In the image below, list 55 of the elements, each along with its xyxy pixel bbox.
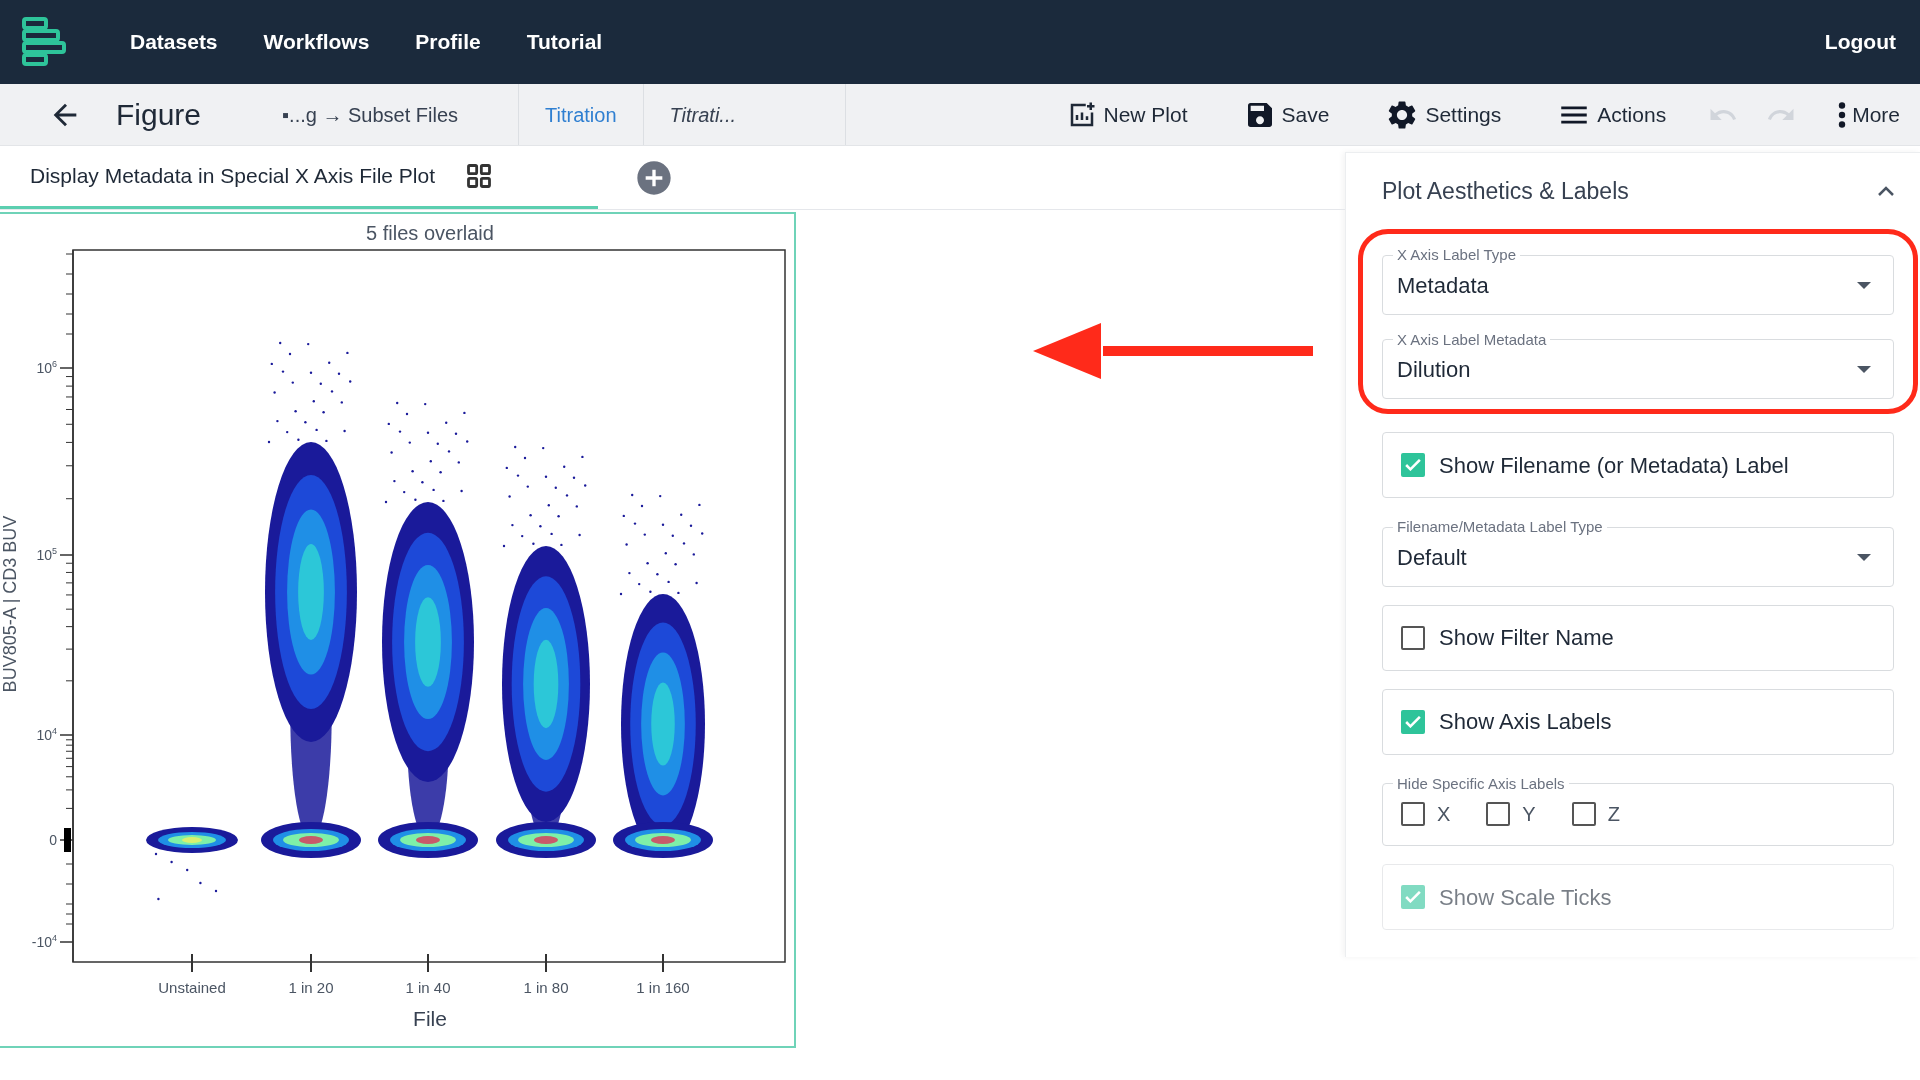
nav-link[interactable]: Tutorial [526,26,603,58]
y-tick-label: 10$^{5}$ [36,546,57,563]
panel-title: Plot Aesthetics & Labels [1382,176,1629,206]
checkbox-label: Y [1522,802,1536,827]
x-tick-label: 1 in 160 [636,979,690,996]
actions-button[interactable]: Actions [1557,97,1667,132]
check-icon [1405,715,1421,728]
file-tab[interactable]: Titration [519,84,644,145]
more-button[interactable]: More [1838,98,1900,131]
nav-link[interactable]: Profile [415,26,481,58]
checkbox-label: Show Filename (or Metadata) Label [1439,451,1789,480]
y-tick-label: -10$^{4}$ [31,933,57,950]
y-tick-label: 10$^{6}$ [36,359,57,376]
new-plot-button[interactable]: New Plot [1067,98,1188,131]
collapse-button[interactable] [1878,186,1894,196]
checkbox[interactable] [1401,709,1425,734]
breadcrumb-link[interactable]: ▪...g → Subset Files [282,99,518,130]
checkbox-label: Show Scale Ticks [1439,883,1612,912]
plot-tab[interactable]: Display Metadata in Special X Axis File Plot [0,146,598,209]
y-axis-label: BUV805-A | CD3 BUV [0,515,20,693]
x-axis-label: File [413,1007,447,1030]
checkbox[interactable] [1571,802,1596,826]
plot-title: 5 files overlaid [366,222,494,244]
settings-button[interactable]: Settings [1385,97,1502,132]
checkbox[interactable] [1401,802,1425,826]
caret-icon [1857,366,1871,373]
checkbox-label: Show Axis Labels [1439,708,1612,736]
nav-link[interactable]: Workflows [263,26,370,58]
more-icon [1838,101,1847,128]
checkbox-label: X [1437,802,1451,827]
checkbox-label: Show Filter Name [1439,624,1614,652]
checkbox[interactable] [1401,453,1425,477]
check-icon [1405,891,1421,903]
chevron-up-icon [1878,186,1894,196]
group-label: Hide Specific Axis Labels [1396,773,1566,794]
nav-link[interactable]: Datasets [130,26,218,58]
x-tick-label: 1 in 80 [523,979,569,996]
x-tick-label: 1 in 20 [288,979,334,996]
logo-icon [20,16,68,68]
save-button[interactable]: Save [1243,98,1330,131]
file-tab[interactable]: Titrati... [643,84,846,145]
checkbox[interactable] [1401,625,1425,650]
y-tick-label: 10$^{4}$ [36,726,57,743]
x-tick-label: Unstained [158,979,226,996]
y-tick-label: 0 [49,832,57,848]
checkbox-label: Z [1607,802,1620,827]
logout-link[interactable]: Logout [1824,26,1896,58]
check-icon [1405,459,1421,471]
page-title: Figure [116,97,203,133]
grid-icon [465,162,494,190]
caret-icon [1857,553,1871,561]
checkbox[interactable] [1486,802,1511,826]
checkbox[interactable] [1401,885,1425,909]
caret-icon [1857,281,1871,289]
x-tick-label: 1 in 40 [405,979,451,996]
